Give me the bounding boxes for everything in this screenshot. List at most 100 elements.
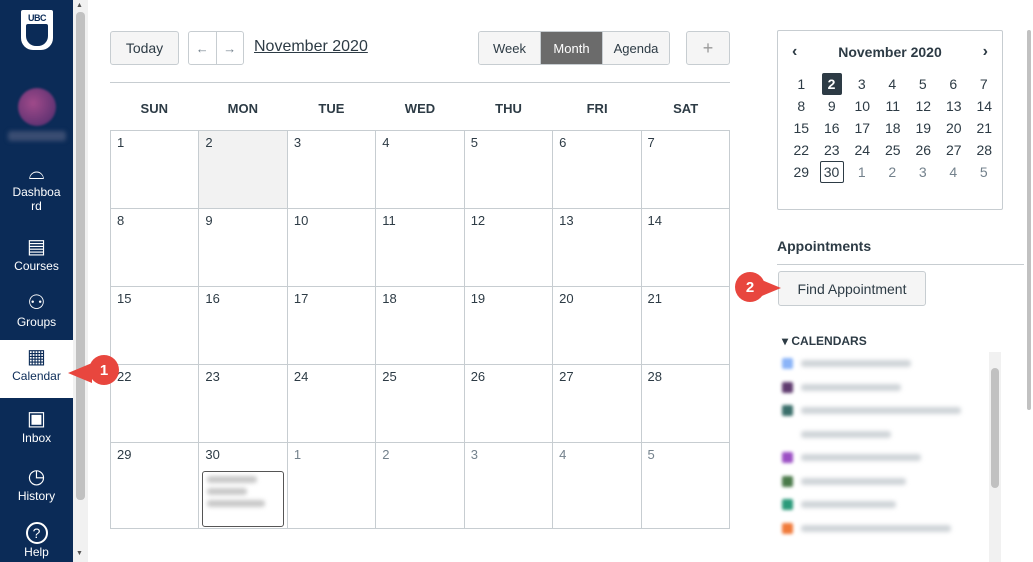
calendar-color-swatch[interactable] xyxy=(782,499,793,511)
find-appointment-button[interactable]: Find Appointment xyxy=(778,271,926,306)
mini-day[interactable]: 17 xyxy=(847,117,878,139)
day-cell-with-event[interactable]: 30 xyxy=(199,443,288,529)
day-cell[interactable]: 27 xyxy=(553,365,642,443)
mini-day[interactable]: 28 xyxy=(969,139,1000,161)
day-cell[interactable]: 6 xyxy=(553,131,642,209)
day-cell[interactable]: 1 xyxy=(111,131,200,209)
mini-day[interactable]: 20 xyxy=(939,117,970,139)
calendar-item[interactable] xyxy=(777,376,987,400)
nav-dashboard[interactable]: ⌓ Dashboa rd xyxy=(0,162,73,213)
mini-day[interactable]: 21 xyxy=(969,117,1000,139)
day-cell-other-month[interactable]: 4 xyxy=(553,443,642,529)
day-cell[interactable]: 21 xyxy=(641,287,730,365)
mini-day[interactable]: 26 xyxy=(908,139,939,161)
day-cell[interactable]: 29 xyxy=(111,443,200,529)
mini-day[interactable]: 19 xyxy=(908,117,939,139)
calendars-scrollbar-thumb[interactable] xyxy=(991,368,999,488)
nav-scrollbar-thumb[interactable] xyxy=(76,12,85,500)
calendar-color-swatch[interactable] xyxy=(782,381,793,393)
previous-month-icon[interactable]: ← xyxy=(189,32,217,64)
day-cell[interactable]: 24 xyxy=(287,365,377,443)
day-cell[interactable]: 8 xyxy=(111,209,200,287)
calendar-color-swatch[interactable] xyxy=(782,405,793,417)
month-title[interactable]: November 2020 xyxy=(254,38,368,56)
mini-day[interactable]: 18 xyxy=(878,117,909,139)
day-cell[interactable]: 20 xyxy=(553,287,642,365)
day-cell-other-month[interactable]: 3 xyxy=(464,443,554,529)
day-cell[interactable]: 18 xyxy=(376,287,465,365)
calendars-scrollbar[interactable] xyxy=(989,352,1001,562)
day-cell[interactable]: 10 xyxy=(287,209,377,287)
day-cell[interactable]: 26 xyxy=(464,365,554,443)
day-cell[interactable]: 4 xyxy=(376,131,465,209)
week-view-button[interactable]: Week xyxy=(479,32,541,64)
calendar-event-blurred[interactable] xyxy=(202,471,284,527)
day-cell[interactable]: 28 xyxy=(641,365,730,443)
day-cell[interactable]: 16 xyxy=(199,287,288,365)
calendar-color-swatch[interactable] xyxy=(782,358,793,370)
calendars-heading[interactable]: ▾ CALENDARS xyxy=(782,334,867,348)
mini-day[interactable]: 23 xyxy=(817,139,848,161)
calendar-item[interactable] xyxy=(777,352,987,376)
mini-day[interactable]: 15 xyxy=(786,117,817,139)
mini-prev-month-icon[interactable]: ‹ xyxy=(792,43,797,61)
nav-calendar[interactable]: ▦ Calendar xyxy=(0,340,73,398)
day-cell-today[interactable]: 2 xyxy=(199,131,288,209)
mini-day-focused[interactable]: 30 xyxy=(819,161,844,183)
mini-day[interactable]: 16 xyxy=(817,117,848,139)
calendar-item[interactable] xyxy=(777,470,987,494)
day-cell[interactable]: 7 xyxy=(641,131,730,209)
mini-day[interactable]: 5 xyxy=(908,73,939,95)
calendar-item[interactable] xyxy=(777,493,987,517)
add-event-button[interactable]: + xyxy=(686,31,730,65)
mini-day[interactable]: 13 xyxy=(939,95,970,117)
nav-history[interactable]: ◷ History xyxy=(0,466,73,503)
day-cell[interactable]: 9 xyxy=(199,209,288,287)
mini-day[interactable]: 25 xyxy=(878,139,909,161)
mini-next-month-icon[interactable]: › xyxy=(983,43,988,61)
day-cell-other-month[interactable]: 2 xyxy=(376,443,465,529)
day-cell-other-month[interactable]: 1 xyxy=(287,443,377,529)
mini-day-other-month[interactable]: 5 xyxy=(969,161,1000,183)
nav-scrollbar[interactable]: ▲ ▼ xyxy=(73,0,88,562)
mini-day[interactable]: 29 xyxy=(786,161,817,183)
mini-day[interactable]: 4 xyxy=(877,73,908,95)
mini-day-other-month[interactable]: 2 xyxy=(877,161,908,183)
day-cell[interactable]: 11 xyxy=(376,209,465,287)
scroll-down-icon[interactable]: ▼ xyxy=(76,550,83,557)
avatar[interactable] xyxy=(18,88,56,126)
scroll-up-icon[interactable]: ▲ xyxy=(76,2,83,9)
day-cell[interactable]: 23 xyxy=(199,365,288,443)
mini-day[interactable]: 1 xyxy=(786,73,817,95)
mini-day[interactable]: 7 xyxy=(969,73,1000,95)
mini-day[interactable]: 6 xyxy=(938,73,969,95)
next-month-icon[interactable]: → xyxy=(217,32,244,64)
month-view-button[interactable]: Month xyxy=(541,32,603,64)
calendar-color-swatch[interactable] xyxy=(782,428,793,440)
day-cell[interactable]: 25 xyxy=(376,365,465,443)
calendar-item[interactable] xyxy=(777,399,987,423)
today-button[interactable]: Today xyxy=(110,31,179,65)
calendar-color-swatch[interactable] xyxy=(782,522,793,534)
day-cell[interactable]: 12 xyxy=(464,209,554,287)
ubc-logo[interactable]: UBC xyxy=(21,10,53,50)
mini-day[interactable]: 10 xyxy=(847,95,878,117)
mini-day[interactable]: 22 xyxy=(786,139,817,161)
mini-day[interactable]: 9 xyxy=(817,95,848,117)
mini-day[interactable]: 8 xyxy=(786,95,817,117)
calendar-item[interactable] xyxy=(777,423,987,447)
calendar-item[interactable] xyxy=(777,446,987,470)
nav-courses[interactable]: ▤ Courses xyxy=(0,236,73,273)
mini-day-today[interactable]: 2 xyxy=(821,73,842,95)
calendar-color-swatch[interactable] xyxy=(782,452,793,464)
nav-inbox[interactable]: ▣ Inbox xyxy=(0,408,73,445)
nav-groups[interactable]: ⚇ Groups xyxy=(0,292,73,329)
mini-day-other-month[interactable]: 1 xyxy=(847,161,878,183)
calendar-color-swatch[interactable] xyxy=(782,475,793,487)
page-scrollbar[interactable] xyxy=(1024,0,1033,562)
mini-day-other-month[interactable]: 4 xyxy=(938,161,969,183)
day-cell[interactable]: 5 xyxy=(464,131,554,209)
day-cell[interactable]: 19 xyxy=(464,287,554,365)
day-cell[interactable]: 14 xyxy=(641,209,730,287)
mini-day[interactable]: 27 xyxy=(939,139,970,161)
